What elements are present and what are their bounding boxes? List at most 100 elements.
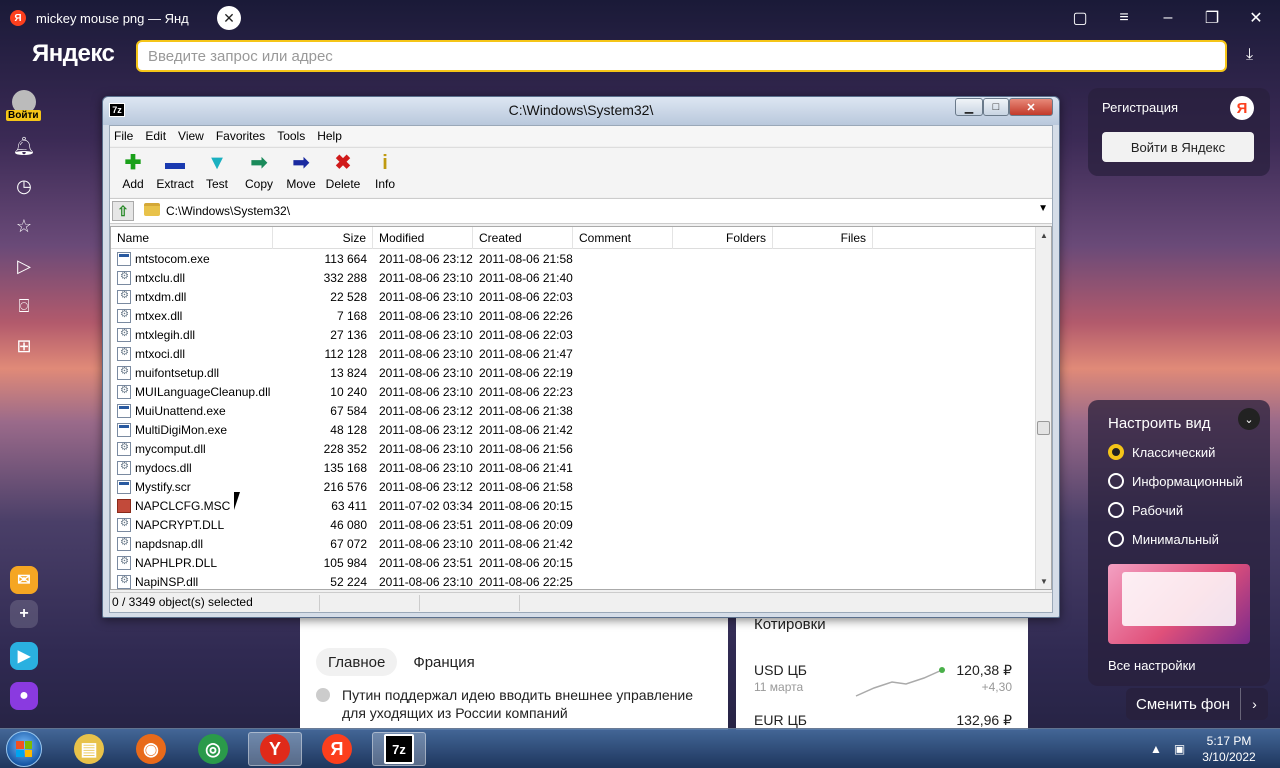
toolbar-copy-button[interactable]: ➡ Copy <box>238 152 280 196</box>
login-badge[interactable]: Войти <box>6 110 41 121</box>
table-row[interactable]: mtxex.dll 7 168 2011-08-06 23:10 2011-08-06… <box>111 307 1037 326</box>
column-files[interactable]: Files <box>773 227 873 249</box>
dropdown-arrow-icon[interactable]: ▼ <box>1038 203 1048 214</box>
start-button[interactable] <box>6 731 42 767</box>
grid-icon[interactable]: ⊞ <box>12 334 36 358</box>
maximize-button[interactable]: □ <box>983 98 1009 116</box>
clock[interactable]: 5:17 PM 3/10/2022 <box>1198 733 1260 765</box>
quote-change: +4,30 <box>981 680 1012 694</box>
yandex-logo[interactable]: Яндекс <box>32 40 115 68</box>
table-row[interactable]: mtxclu.dll 332 288 2011-08-06 23:10 2011-08… <box>111 269 1037 288</box>
tab-close-icon[interactable]: ✕ <box>217 6 241 30</box>
column-folders[interactable]: Folders <box>673 227 773 249</box>
taskbar-item[interactable]: 7z <box>372 732 426 766</box>
quote-name[interactable]: USD ЦБ <box>754 662 807 678</box>
table-row[interactable]: mtxoci.dll 112 128 2011-08-06 23:10 2011-08… <box>111 345 1037 364</box>
browser-tab[interactable]: Я mickey mouse png — Янд <box>0 0 250 36</box>
view-option-minimal[interactable]: Минимальный <box>1108 531 1219 547</box>
column-created[interactable]: Created <box>473 227 573 249</box>
up-folder-icon[interactable]: ⇧ <box>112 201 134 221</box>
bookmarks-icon[interactable]: ▢ <box>1068 6 1092 30</box>
chevron-right-icon[interactable]: › <box>1240 688 1268 720</box>
camera-icon[interactable]: ⌼ <box>12 294 36 318</box>
history-icon[interactable]: ◷ <box>12 174 36 198</box>
minimize-button[interactable]: ▁ <box>955 98 983 116</box>
news-item[interactable]: Путин поддержал идею вводить внешнее упр… <box>316 686 716 722</box>
table-row[interactable]: NAPHLPR.DLL 105 984 2011-08-06 23:51 2011-0… <box>111 554 1037 573</box>
messenger-app-icon[interactable]: ▶ <box>10 642 38 670</box>
menu-edit[interactable]: Edit <box>145 129 166 143</box>
table-row[interactable]: NapiNSP.dll 52 224 2011-08-06 23:10 2011-08… <box>111 573 1037 589</box>
login-button[interactable]: Войти в Яндекс <box>1102 132 1254 162</box>
sevenzip-titlebar[interactable]: 7z C:\Windows\System32\ ▁ □ ✕ <box>103 97 1059 125</box>
table-row[interactable]: mydocs.dll 135 168 2011-08-06 23:10 2011-08… <box>111 459 1037 478</box>
view-option-classic[interactable]: Классический <box>1108 444 1215 460</box>
table-row[interactable]: mtxdm.dll 22 528 2011-08-06 23:10 2011-08-0… <box>111 288 1037 307</box>
toolbar-extract-button[interactable]: ▬ Extract <box>154 152 196 196</box>
toolbar-info-button[interactable]: i Info <box>364 152 406 196</box>
restore-icon[interactable]: ❐ <box>1200 6 1224 30</box>
menu-icon[interactable]: ≡ <box>1112 6 1136 30</box>
toolbar-move-button[interactable]: ➡ Move <box>280 152 322 196</box>
taskbar-item[interactable]: Я <box>310 732 364 766</box>
close-button[interactable]: ✕ <box>1009 98 1053 116</box>
scroll-thumb[interactable] <box>1037 421 1050 435</box>
address-bar[interactable]: Введите запрос или адрес <box>136 40 1227 72</box>
menu-view[interactable]: View <box>178 129 204 143</box>
toolbar-add-button[interactable]: ✚ Add <box>112 152 154 196</box>
radio-icon[interactable] <box>1108 531 1124 547</box>
scroll-down-icon[interactable]: ▼ <box>1036 573 1051 589</box>
taskbar-item[interactable]: ◉ <box>124 732 178 766</box>
news-tab-france[interactable]: Франция <box>401 648 486 676</box>
change-background-button[interactable]: Сменить фон › <box>1126 688 1268 720</box>
toolbar-test-button[interactable]: ▼ Test <box>196 152 238 196</box>
column-name[interactable]: Name <box>111 227 273 249</box>
taskbar-item[interactable]: Y <box>248 732 302 766</box>
table-row[interactable]: mtstocom.exe 113 664 2011-08-06 23:12 2011-… <box>111 250 1037 269</box>
table-row[interactable]: MuiUnattend.exe 67 584 2011-08-06 23:12 201… <box>111 402 1037 421</box>
column-modified[interactable]: Modified <box>373 227 473 249</box>
scroll-up-icon[interactable]: ▲ <box>1036 227 1051 243</box>
view-option-work[interactable]: Рабочий <box>1108 502 1183 518</box>
table-row[interactable]: mtxlegih.dll 27 136 2011-08-06 23:10 2011-0… <box>111 326 1037 345</box>
bell-icon[interactable]: 🔔︎ <box>12 134 36 158</box>
chevron-down-icon[interactable]: ⌄ <box>1238 408 1260 430</box>
table-row[interactable]: MultiDigiMon.exe 48 128 2011-08-06 23:12 20… <box>111 421 1037 440</box>
play-icon[interactable]: ▷ <box>12 254 36 278</box>
table-row[interactable]: NAPCRYPT.DLL 46 080 2011-08-06 23:51 2011-0… <box>111 516 1037 535</box>
tray-expand-icon[interactable]: ▲ <box>1150 742 1162 756</box>
table-row[interactable]: MUILanguageCleanup.dll 10 240 2011-08-06 2… <box>111 383 1037 402</box>
column-comment[interactable]: Comment <box>573 227 673 249</box>
add-app-icon[interactable]: + <box>10 600 38 628</box>
radio-selected-icon[interactable] <box>1108 444 1124 460</box>
taskbar-item[interactable]: ◎ <box>186 732 240 766</box>
menu-favorites[interactable]: Favorites <box>216 129 265 143</box>
radio-icon[interactable] <box>1108 473 1124 489</box>
star-icon[interactable]: ☆ <box>12 214 36 238</box>
all-settings-link[interactable]: Все настройки <box>1108 658 1196 673</box>
network-icon[interactable]: ▣ <box>1174 742 1185 756</box>
view-preview-thumbnail[interactable] <box>1108 564 1250 644</box>
table-row[interactable]: muifontsetup.dll 13 824 2011-08-06 23:10 20… <box>111 364 1037 383</box>
download-icon[interactable]: ⤓ <box>1246 46 1253 64</box>
close-icon[interactable]: ✕ <box>1244 6 1268 30</box>
menu-file[interactable]: File <box>114 129 133 143</box>
table-row[interactable]: NAPCLCFG.MSC 63 411 2011-07-02 03:34 2011-0… <box>111 497 1037 516</box>
table-row[interactable]: mycomput.dll 228 352 2011-08-06 23:10 2011-… <box>111 440 1037 459</box>
news-tab-main[interactable]: Главное <box>316 648 398 676</box>
menu-help[interactable]: Help <box>317 129 342 143</box>
minimize-icon[interactable]: – <box>1156 6 1180 30</box>
taskbar-item[interactable]: ▤ <box>62 732 116 766</box>
mail-app-icon[interactable]: ✉ <box>10 566 38 594</box>
path-input[interactable]: C:\Windows\System32\ <box>166 204 290 218</box>
vertical-scrollbar[interactable]: ▲ ▼ <box>1035 227 1051 589</box>
table-row[interactable]: napdsnap.dll 67 072 2011-08-06 23:10 2011-0… <box>111 535 1037 554</box>
quote-name[interactable]: EUR ЦБ <box>754 712 807 728</box>
column-size[interactable]: Size <box>273 227 373 249</box>
table-row[interactable]: Mystify.scr 216 576 2011-08-06 23:12 2011-0… <box>111 478 1037 497</box>
view-option-info[interactable]: Информационный <box>1108 473 1243 489</box>
toolbar-delete-button[interactable]: ✖ Delete <box>322 152 364 196</box>
menu-tools[interactable]: Tools <box>277 129 305 143</box>
radio-icon[interactable] <box>1108 502 1124 518</box>
alice-app-icon[interactable]: ● <box>10 682 38 710</box>
